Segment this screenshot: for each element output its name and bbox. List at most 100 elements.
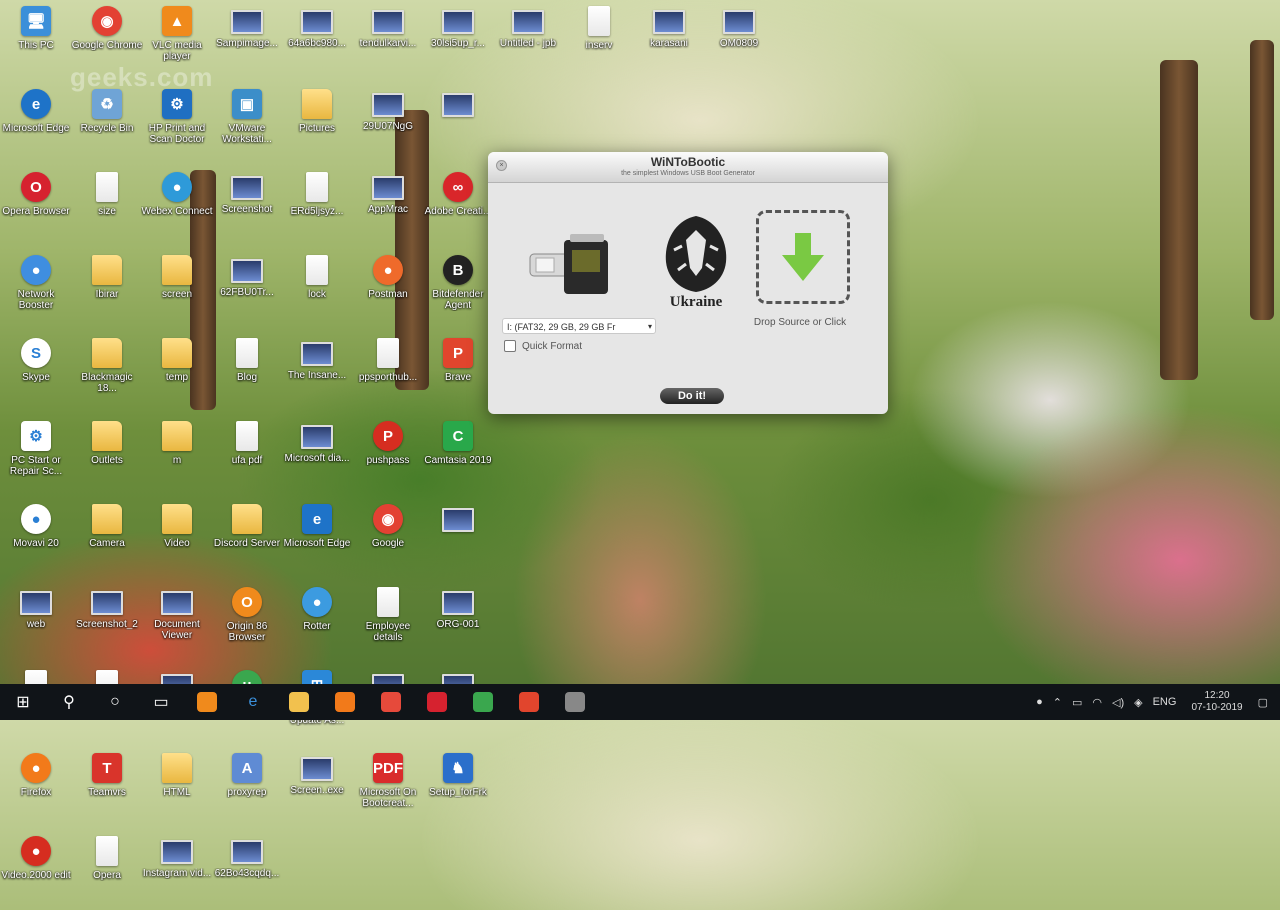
taskbar-firefox-button[interactable] bbox=[322, 684, 368, 720]
desktop-icon[interactable]: 62Bo43cqdq... bbox=[211, 830, 283, 910]
taskbar-task-view-button[interactable]: ▭ bbox=[138, 684, 184, 720]
drop-source-label[interactable]: Drop Source or Click bbox=[740, 317, 860, 328]
desktop-icon[interactable]: ♞ Setup_forFrk bbox=[422, 747, 494, 827]
desktop-icon[interactable]: Blackmagic 18... bbox=[71, 332, 143, 412]
desktop-icon[interactable]: Aproxyrep bbox=[211, 747, 283, 827]
quick-format-option[interactable]: Quick Format bbox=[504, 340, 582, 352]
target-device-select[interactable]: I: (FAT32, 29 GB, 29 GB Fr ▾ bbox=[502, 318, 656, 334]
taskbar-creative-cloud-button[interactable] bbox=[506, 684, 552, 720]
taskbar-file-explorer-button[interactable] bbox=[276, 684, 322, 720]
desktop-icon[interactable]: ▣ VMware Workstati... bbox=[211, 83, 283, 163]
usb-drive-icon[interactable] bbox=[528, 228, 614, 298]
desktop-icon[interactable]: e Microsoft Edge bbox=[281, 498, 353, 578]
desktop-icon[interactable]: Screenshot_2 bbox=[71, 581, 143, 661]
desktop-icon[interactable]: ● Video.2000 edit bbox=[0, 830, 72, 910]
desktop-icon[interactable]: C Camtasia 2019 bbox=[422, 415, 494, 495]
quick-format-checkbox[interactable] bbox=[504, 340, 516, 352]
desktop-icon[interactable]: Pictures bbox=[281, 83, 353, 163]
taskbar-start-button[interactable]: ⊞ bbox=[0, 684, 46, 720]
taskbar-mail-button[interactable] bbox=[368, 684, 414, 720]
battery-icon[interactable]: ▭ bbox=[1072, 696, 1082, 709]
desktop-icon[interactable]: 62FBU0Tr... bbox=[211, 249, 283, 329]
desktop-icon[interactable]: screen bbox=[141, 249, 213, 329]
drop-source-zone[interactable] bbox=[756, 210, 850, 304]
desktop-icon[interactable]: T Teamvrs bbox=[71, 747, 143, 827]
desktop-icon[interactable]: Video bbox=[141, 498, 213, 578]
chevron-up-icon[interactable]: ⌃ bbox=[1053, 696, 1062, 709]
clock[interactable]: 12:20 07-10-2019 bbox=[1191, 690, 1242, 714]
taskbar-cortana-button[interactable]: ○ bbox=[92, 684, 138, 720]
taskbar-wintobootic-button[interactable] bbox=[552, 684, 598, 720]
desktop-icon[interactable]: Sampimage... bbox=[211, 0, 283, 80]
desktop-icon[interactable]: HTML bbox=[141, 747, 213, 827]
taskbar-edge-button[interactable]: e bbox=[230, 684, 276, 720]
desktop-icon[interactable]: Screen..exe bbox=[281, 747, 353, 827]
desktop-icon[interactable]: 64a6bc980... bbox=[281, 0, 353, 80]
desktop-icon[interactable]: ⚙ PC Start or Repair Sc... bbox=[0, 415, 72, 495]
desktop-icon[interactable]: ● Network Booster bbox=[0, 249, 72, 329]
notifications-icon[interactable]: ▢ bbox=[1258, 696, 1268, 709]
desktop-icon[interactable]: ▲ VLC media player bbox=[141, 0, 213, 80]
desktop-icon[interactable]: web bbox=[0, 581, 72, 661]
desktop-icon[interactable]: PDF Microsoft On Bootcreat... bbox=[352, 747, 424, 827]
desktop-icon[interactable]: O Origin 86 Browser bbox=[211, 581, 283, 661]
desktop-icon[interactable]: e Microsoft Edge bbox=[0, 83, 72, 163]
desktop-icon[interactable]: ufa pdf bbox=[211, 415, 283, 495]
taskbar-opera-button[interactable] bbox=[414, 684, 460, 720]
volume-icon[interactable]: ◁) bbox=[1112, 696, 1124, 709]
desktop-icon[interactable]: ● Firefox bbox=[0, 747, 72, 827]
desktop-icon[interactable]: ◉ Google bbox=[352, 498, 424, 578]
desktop-icon[interactable]: B Bitdefender Agent bbox=[422, 249, 494, 329]
desktop-icon[interactable]: O Opera Browser bbox=[0, 166, 72, 246]
desktop-icon[interactable]: ◉ Google Chrome bbox=[71, 0, 143, 80]
desktop-icon[interactable]: ● Postman bbox=[352, 249, 424, 329]
desktop-icon[interactable]: ERd5ljsyz... bbox=[281, 166, 353, 246]
people-icon[interactable]: ● bbox=[1036, 696, 1043, 708]
desktop-icon[interactable]: 29U07NgG bbox=[352, 83, 424, 163]
taskbar-camtasia-button[interactable] bbox=[460, 684, 506, 720]
network-icon[interactable]: ◠ bbox=[1092, 696, 1102, 709]
desktop-icon[interactable]: Outlets bbox=[71, 415, 143, 495]
desktop-icon[interactable]: Opera bbox=[71, 830, 143, 910]
desktop-icon[interactable]: ♻ Recycle Bin bbox=[71, 83, 143, 163]
desktop-icon[interactable]: m bbox=[141, 415, 213, 495]
desktop-icon[interactable]: ORG-001 bbox=[422, 581, 494, 661]
desktop-icon[interactable]: Ppushpass bbox=[352, 415, 424, 495]
taskbar-vlc-button[interactable] bbox=[184, 684, 230, 720]
desktop-icon[interactable] bbox=[422, 83, 494, 163]
desktop-icon[interactable]: Ibirar bbox=[71, 249, 143, 329]
desktop-icon[interactable]: Untitled - jpb bbox=[492, 0, 564, 80]
desktop-icon[interactable]: 🖥 This PC bbox=[0, 0, 72, 80]
desktop-icon[interactable]: temp bbox=[141, 332, 213, 412]
desktop-icon[interactable]: ● Movavi 20 bbox=[0, 498, 72, 578]
desktop-icon[interactable]: Document Viewer bbox=[141, 581, 213, 661]
desktop-icon[interactable]: ● Rotter bbox=[281, 581, 353, 661]
taskbar-search-button[interactable]: ⚲ bbox=[46, 684, 92, 720]
desktop-icon[interactable]: Microsoft dia... bbox=[281, 415, 353, 495]
desktop-icon[interactable]: ⚙ HP Print and Scan Doctor bbox=[141, 83, 213, 163]
do-it-button[interactable]: Do it! bbox=[660, 388, 724, 404]
desktop-icon[interactable]: Blog bbox=[211, 332, 283, 412]
desktop-icon[interactable] bbox=[422, 498, 494, 578]
desktop-icon[interactable]: tendulkarvi... bbox=[352, 0, 424, 80]
desktop-icon[interactable]: S Skype bbox=[0, 332, 72, 412]
desktop-icon[interactable]: Screenshot bbox=[211, 166, 283, 246]
desktop-icon[interactable]: Employee details bbox=[352, 581, 424, 661]
security-icon[interactable]: ◈ bbox=[1134, 696, 1142, 709]
desktop-icon[interactable]: ∞ Adobe Creati... bbox=[422, 166, 494, 246]
desktop-icon[interactable]: Instagram vid... bbox=[141, 830, 213, 910]
desktop-icon[interactable]: size bbox=[71, 166, 143, 246]
desktop-icon[interactable]: P Brave bbox=[422, 332, 494, 412]
close-button[interactable]: × bbox=[496, 160, 507, 171]
desktop-icon[interactable]: Discord Server bbox=[211, 498, 283, 578]
desktop-icon[interactable]: lock bbox=[281, 249, 353, 329]
desktop-icon[interactable]: karasani bbox=[633, 0, 705, 80]
desktop-icon[interactable]: ● Webex Connect bbox=[141, 166, 213, 246]
desktop-icon[interactable]: inserv bbox=[563, 0, 635, 80]
window-titlebar[interactable]: × WiNToBootic the simplest Windows USB B… bbox=[488, 152, 888, 183]
desktop-icon[interactable]: 30lsi5up_r... bbox=[422, 0, 494, 80]
desktop-icon[interactable]: Camera bbox=[71, 498, 143, 578]
desktop-icon[interactable]: AppMrac bbox=[352, 166, 424, 246]
desktop-icon[interactable]: ppsporthub... bbox=[352, 332, 424, 412]
desktop-icon[interactable]: OM0809 bbox=[703, 0, 775, 80]
